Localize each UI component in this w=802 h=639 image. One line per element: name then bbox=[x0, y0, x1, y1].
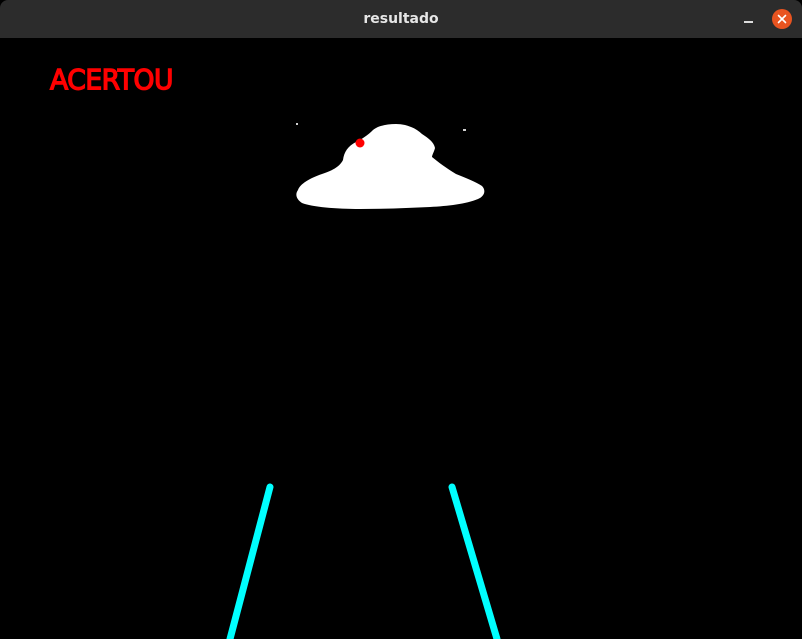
status-label: ACERTOU bbox=[49, 63, 174, 96]
close-button[interactable] bbox=[772, 9, 792, 29]
close-icon bbox=[772, 9, 792, 29]
lane-line-right bbox=[448, 483, 501, 639]
minimize-icon bbox=[744, 21, 753, 23]
scene-drawing bbox=[226, 123, 501, 639]
target-marker bbox=[355, 138, 365, 148]
speckle bbox=[463, 129, 466, 131]
speckle bbox=[296, 123, 298, 125]
detected-blob bbox=[296, 124, 485, 209]
image-canvas: ACERTOU bbox=[0, 38, 802, 639]
window-title: resultado bbox=[363, 11, 439, 27]
lane-line-left bbox=[226, 483, 274, 639]
app-window: resultado ACERTOU bbox=[0, 0, 802, 639]
minimize-button[interactable] bbox=[736, 10, 760, 30]
window-titlebar[interactable]: resultado bbox=[0, 0, 802, 38]
